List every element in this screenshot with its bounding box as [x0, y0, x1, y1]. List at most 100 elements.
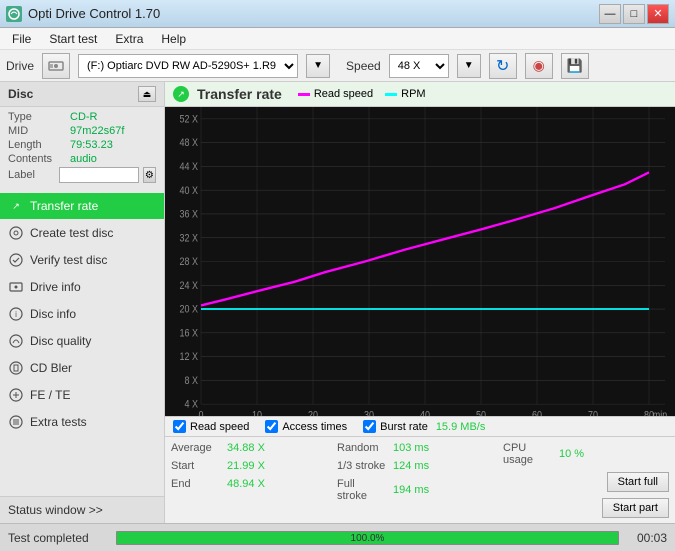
- sidebar-item-create-test-disc[interactable]: Create test disc: [0, 220, 164, 246]
- save-button[interactable]: 💾: [561, 53, 589, 79]
- app-title: Opti Drive Control 1.70: [28, 6, 160, 21]
- disc-length-label: Length: [8, 139, 66, 151]
- svg-text:4 X: 4 X: [184, 399, 198, 411]
- drive-select[interactable]: (F:) Optiarc DVD RW AD-5290S+ 1.R9: [78, 54, 298, 78]
- menu-extra[interactable]: Extra: [107, 30, 151, 48]
- stat-onethird-label: 1/3 stroke: [337, 460, 387, 472]
- svg-text:10: 10: [252, 410, 262, 416]
- stat-average-value: 34.88 X: [227, 442, 265, 454]
- stat-end-label: End: [171, 478, 221, 490]
- start-full-button[interactable]: Start full: [607, 472, 669, 492]
- sidebar-item-transfer-rate[interactable]: ↗ Transfer rate: [0, 193, 164, 219]
- disc-header: Disc ⏏: [0, 82, 164, 107]
- svg-text:40: 40: [420, 410, 430, 416]
- access-times-check: Access times: [265, 420, 347, 433]
- refresh-button[interactable]: ↻: [489, 53, 517, 79]
- legend-rpm: RPM: [385, 88, 425, 100]
- read-speed-checkbox[interactable]: [173, 420, 186, 433]
- svg-text:36 X: 36 X: [179, 209, 198, 221]
- drive-bar: Drive (F:) Optiarc DVD RW AD-5290S+ 1.R9…: [0, 50, 675, 82]
- burst-rate-check: Burst rate 15.9 MB/s: [363, 420, 485, 433]
- menu-help[interactable]: Help: [153, 30, 194, 48]
- disc-eject-btn[interactable]: ⏏: [138, 86, 156, 102]
- close-button[interactable]: ✕: [647, 4, 669, 24]
- disc-mid-row: MID 97m22s67f: [8, 125, 156, 137]
- chart-header-icon: ↗: [173, 86, 189, 102]
- stats-col-3: CPU usage 10 % Start full Start part: [503, 440, 669, 520]
- speed-expand-btn[interactable]: ▼: [457, 54, 481, 78]
- legend-rpm-color: [385, 93, 397, 96]
- burst-rate-check-label: Burst rate: [380, 421, 428, 433]
- sidebar-item-disc-quality-label: Disc quality: [30, 334, 91, 348]
- svg-text:30: 30: [364, 410, 374, 416]
- disc-contents-label: Contents: [8, 153, 66, 165]
- sidebar-item-disc-quality[interactable]: Disc quality: [0, 328, 164, 354]
- disc-type-row: Type CD-R: [8, 111, 156, 123]
- sidebar-item-drive-info[interactable]: Drive info: [0, 274, 164, 300]
- disc-label-label: Label: [8, 169, 55, 181]
- status-text: Test completed: [8, 531, 108, 545]
- sidebar-item-verify-test-disc-label: Verify test disc: [30, 253, 107, 267]
- stats-col-1: Average 34.88 X Start 21.99 X End 48.94 …: [171, 440, 337, 520]
- disc-mid-value: 97m22s67f: [70, 125, 124, 137]
- stat-fullstroke-value: 194 ms: [393, 484, 429, 496]
- disc-quality-icon: [8, 333, 24, 349]
- stat-cpu-label: CPU usage: [503, 442, 553, 466]
- menu-start-test[interactable]: Start test: [41, 30, 105, 48]
- progress-bar-container: 100.0%: [116, 531, 619, 545]
- burst-rate-value: 15.9 MB/s: [436, 421, 486, 433]
- sidebar-nav: ↗ Transfer rate Create test disc Verify …: [0, 189, 164, 496]
- sidebar-item-cd-bler[interactable]: CD Bler: [0, 355, 164, 381]
- sidebar-item-extra-tests-label: Extra tests: [30, 415, 87, 429]
- sidebar-item-extra-tests[interactable]: Extra tests: [0, 409, 164, 435]
- menu-file[interactable]: File: [4, 30, 39, 48]
- disc-label-row: Label ⚙: [8, 167, 156, 183]
- right-panel: ↗ Transfer rate Read speed RPM: [165, 82, 675, 523]
- sidebar-item-disc-info-label: Disc info: [30, 307, 76, 321]
- stat-average-row: Average 34.88 X: [171, 440, 337, 456]
- sidebar-item-fe-te[interactable]: FE / TE: [0, 382, 164, 408]
- sidebar-item-verify-test-disc[interactable]: Verify test disc: [0, 247, 164, 273]
- sidebar-item-disc-info[interactable]: i Disc info: [0, 301, 164, 327]
- disc-info-icon: i: [8, 306, 24, 322]
- disc-label-input[interactable]: [59, 167, 139, 183]
- svg-text:50: 50: [476, 410, 486, 416]
- read-speed-check: Read speed: [173, 420, 249, 433]
- svg-text:28 X: 28 X: [179, 256, 198, 268]
- stat-fullstroke-row: Full stroke 194 ms: [337, 476, 503, 504]
- svg-text:44 X: 44 X: [179, 161, 198, 173]
- label-settings-btn[interactable]: ⚙: [143, 167, 156, 183]
- minimize-button[interactable]: —: [599, 4, 621, 24]
- start-part-button[interactable]: Start part: [602, 498, 669, 518]
- transfer-rate-icon: ↗: [8, 198, 24, 214]
- svg-text:24 X: 24 X: [179, 280, 198, 292]
- status-window-button[interactable]: Status window >>: [0, 496, 164, 523]
- stat-random-label: Random: [337, 442, 387, 454]
- erase-button[interactable]: ◉: [525, 53, 553, 79]
- svg-text:i: i: [15, 310, 17, 319]
- extra-tests-icon: [8, 414, 24, 430]
- svg-text:70: 70: [588, 410, 598, 416]
- svg-text:32 X: 32 X: [179, 233, 198, 245]
- app-icon: [6, 6, 22, 22]
- menu-bar: File Start test Extra Help: [0, 28, 675, 50]
- legend-read-speed: Read speed: [298, 88, 373, 100]
- verify-test-disc-icon: [8, 252, 24, 268]
- access-times-check-label: Access times: [282, 421, 347, 433]
- svg-text:40 X: 40 X: [179, 185, 198, 197]
- stat-end-row: End 48.94 X: [171, 476, 337, 492]
- maximize-button[interactable]: □: [623, 4, 645, 24]
- drive-expand-btn[interactable]: ▼: [306, 54, 330, 78]
- disc-length-row: Length 79:53.23: [8, 139, 156, 151]
- svg-text:16 X: 16 X: [179, 328, 198, 340]
- access-times-checkbox[interactable]: [265, 420, 278, 433]
- stat-fullstroke-label: Full stroke: [337, 478, 387, 502]
- sidebar-item-fe-te-label: FE / TE: [30, 388, 70, 402]
- burst-rate-checkbox[interactable]: [363, 420, 376, 433]
- speed-label: Speed: [346, 59, 381, 73]
- disc-mid-label: MID: [8, 125, 66, 137]
- speed-select[interactable]: 48 X: [389, 54, 449, 78]
- stat-cpu-row: CPU usage 10 %: [503, 440, 669, 468]
- stat-cpu-value: 10 %: [559, 448, 584, 460]
- create-test-disc-icon: [8, 225, 24, 241]
